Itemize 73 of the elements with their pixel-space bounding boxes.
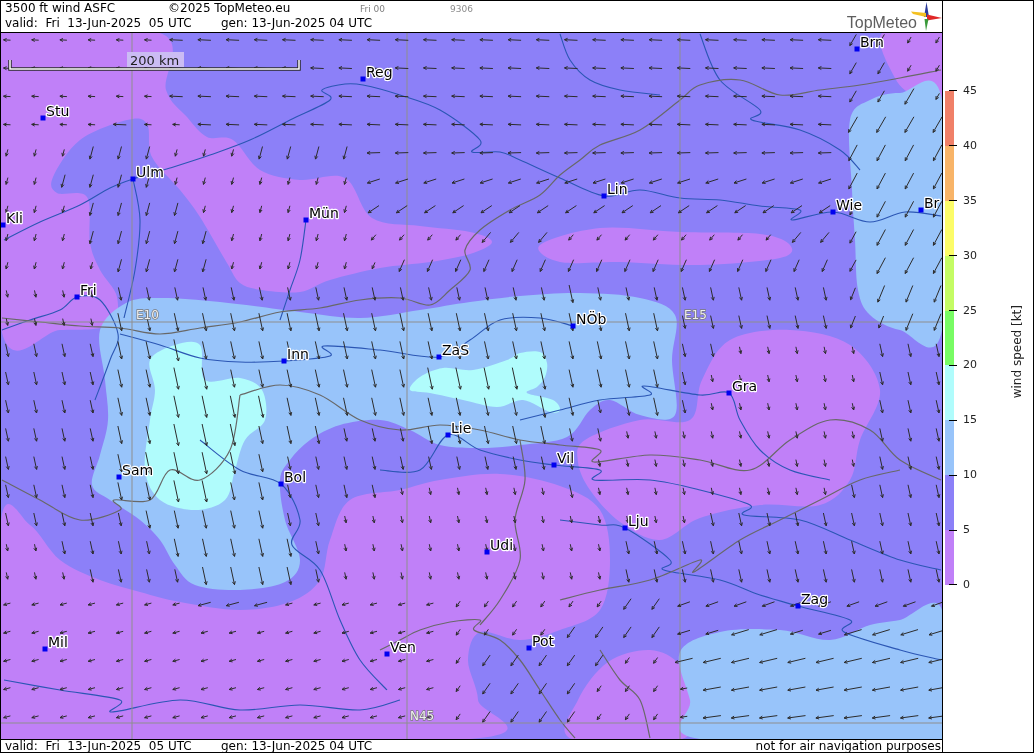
city-marker-icon bbox=[622, 525, 628, 531]
city-label: Ven bbox=[390, 639, 416, 655]
city-marker-icon bbox=[116, 474, 122, 480]
grid-label: N45 bbox=[410, 709, 435, 723]
legend-tick-label: 20 bbox=[963, 359, 977, 372]
legend-tick-label: 45 bbox=[963, 84, 977, 97]
legend-tick-label: 40 bbox=[963, 139, 977, 152]
code-label: 9306 bbox=[450, 3, 473, 16]
valid-time: valid: Fri 13-Jun-2025 05 UTC bbox=[5, 740, 193, 752]
city-label: Lju bbox=[628, 513, 649, 529]
city-marker-icon bbox=[918, 207, 924, 213]
city-label: ZaS bbox=[442, 342, 470, 358]
city-label: Fri bbox=[80, 282, 97, 298]
legend-tick-label: 10 bbox=[963, 469, 977, 482]
legend-tick-label: 30 bbox=[963, 249, 977, 262]
grid-label: E10 bbox=[136, 308, 159, 322]
city-marker-icon bbox=[42, 646, 48, 652]
city-marker-icon bbox=[854, 46, 860, 52]
city-label: NÖb bbox=[576, 311, 607, 327]
city-marker-icon bbox=[436, 354, 442, 360]
city-label: Inn bbox=[287, 346, 309, 362]
city-marker-icon bbox=[484, 549, 490, 555]
legend-title: wind speed [kt] bbox=[1011, 305, 1024, 399]
city-label: Stu bbox=[46, 103, 70, 119]
city-marker-icon bbox=[130, 176, 136, 182]
city-marker-icon bbox=[278, 481, 284, 487]
city-label: Vil bbox=[557, 450, 575, 466]
city-label: Reg bbox=[366, 64, 393, 80]
city-marker-icon bbox=[384, 651, 390, 657]
city-marker-icon bbox=[795, 603, 801, 609]
logo-text: TopMeteo bbox=[846, 15, 917, 31]
city-label: Udi bbox=[490, 537, 514, 553]
city-label: Lie bbox=[451, 420, 472, 436]
city-marker-icon bbox=[830, 209, 836, 215]
city-label: Ulm bbox=[136, 164, 164, 180]
city-label: Zag bbox=[801, 591, 829, 607]
city-label: Wie bbox=[836, 197, 863, 213]
city-label: Br bbox=[924, 195, 940, 211]
valid-time: valid: Fri 13-Jun-2025 05 UTC bbox=[5, 16, 193, 31]
city-marker-icon bbox=[74, 294, 80, 300]
city-label: Pot bbox=[532, 633, 554, 649]
city-marker-icon bbox=[445, 432, 451, 438]
grid-label: E15 bbox=[684, 308, 707, 322]
city-label: Sam bbox=[122, 462, 154, 478]
city-marker-icon bbox=[526, 645, 532, 651]
city-marker-icon bbox=[551, 462, 557, 468]
city-label: Mil bbox=[48, 634, 68, 650]
legend-tick-label: 5 bbox=[963, 524, 970, 537]
legend-tick-label: 0 bbox=[963, 578, 970, 591]
city-marker-icon bbox=[303, 217, 309, 223]
city-marker-icon bbox=[40, 115, 46, 121]
legend-tick-label: 25 bbox=[963, 304, 977, 317]
city-label: Kli bbox=[6, 210, 23, 226]
city-marker-icon bbox=[360, 76, 366, 82]
generated-time: gen: 13-Jun-2025 04 UTC bbox=[221, 740, 373, 752]
city-label: Brn bbox=[860, 34, 884, 50]
run-label: Fri 00 bbox=[360, 3, 387, 16]
disclaimer-text: not for air navigation purposes bbox=[755, 740, 941, 752]
copyright-text: ©2025 TopMeteo.eu bbox=[168, 1, 292, 16]
scale-label: 200 km bbox=[127, 52, 184, 68]
generated-time: gen: 13-Jun-2025 04 UTC bbox=[221, 16, 373, 31]
city-marker-icon bbox=[570, 323, 576, 329]
city-label: Bol bbox=[284, 469, 307, 485]
city-marker-icon bbox=[726, 390, 732, 396]
map-title: 3500 ft wind ASFC bbox=[5, 1, 117, 16]
city-label: Mün bbox=[309, 205, 339, 221]
city-marker-icon bbox=[1, 222, 6, 228]
city-label: Lin bbox=[607, 181, 628, 197]
legend-tick-label: 15 bbox=[963, 414, 977, 427]
legend-tick-label: 35 bbox=[963, 194, 977, 207]
city-label: Gra bbox=[732, 378, 758, 394]
city-marker-icon bbox=[281, 358, 287, 364]
city-marker-icon bbox=[601, 193, 607, 199]
